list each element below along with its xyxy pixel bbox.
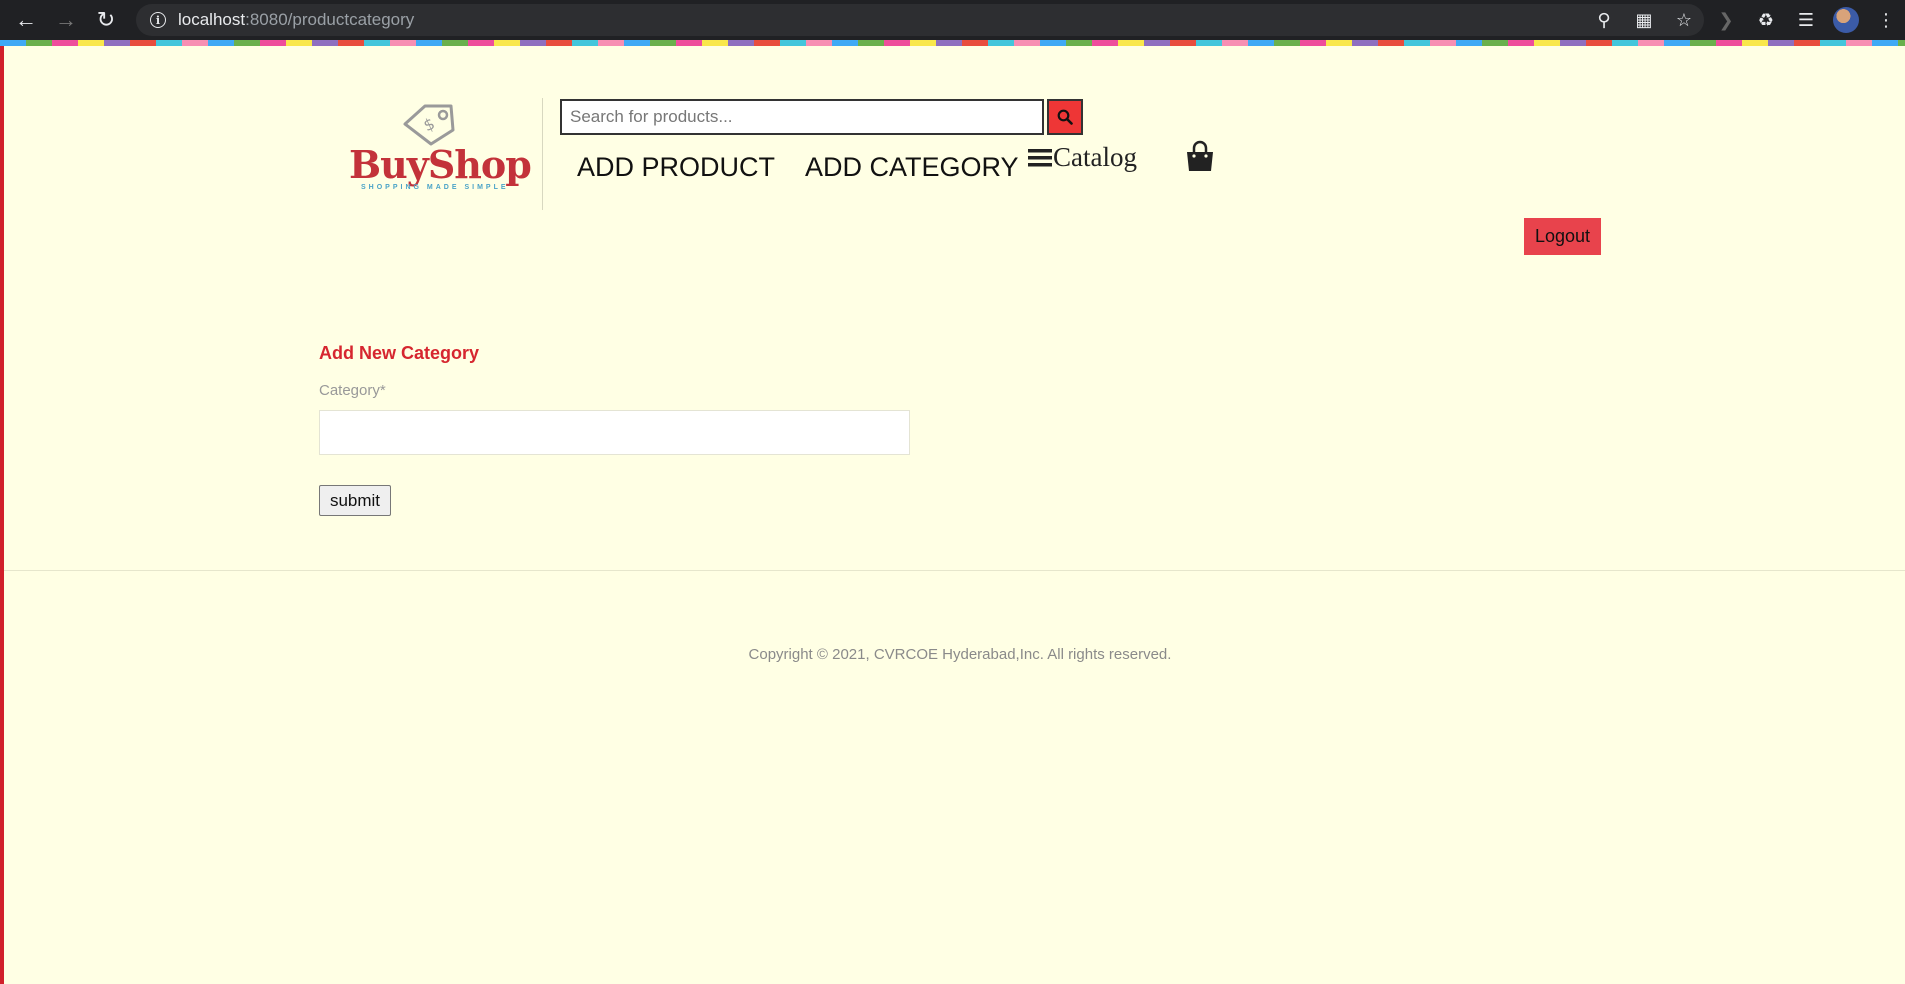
profile-avatar[interactable] <box>1833 7 1859 33</box>
category-label: Category* <box>319 382 386 399</box>
forward-icon[interactable]: → <box>46 0 86 40</box>
extensions-puzzle-icon[interactable]: ♻ <box>1753 10 1779 31</box>
extension-icon[interactable]: ❯ <box>1713 10 1739 31</box>
nav-add-category[interactable]: ADD CATEGORY <box>805 152 1019 183</box>
search-button[interactable] <box>1047 99 1083 135</box>
search-icon <box>1057 109 1073 125</box>
zoom-icon[interactable]: ⚲ <box>1592 10 1616 31</box>
nav-add-product[interactable]: ADD PRODUCT <box>577 152 775 183</box>
card-icon[interactable]: ▦ <box>1632 10 1656 31</box>
url-text: localhost:8080/productcategory <box>178 10 415 29</box>
footer-divider <box>4 570 1905 571</box>
svg-text:$: $ <box>420 114 437 136</box>
left-accent-bar <box>0 46 4 984</box>
back-icon[interactable]: ← <box>6 0 46 40</box>
logo-text: BuyShop <box>349 142 532 187</box>
address-bar[interactable]: i localhost:8080/productcategory ⚲ ▦ ☆ <box>136 4 1704 36</box>
browser-toolbar: ← → ↻ i localhost:8080/productcategory ⚲… <box>0 0 1905 40</box>
menu-icon[interactable]: ⋮ <box>1873 10 1899 31</box>
catalog-label: Catalog <box>1053 142 1137 172</box>
price-tag-icon: $ <box>403 104 455 146</box>
form-title: Add New Category <box>319 343 480 363</box>
submit-button[interactable]: submit <box>319 485 391 516</box>
reload-icon[interactable]: ↻ <box>86 0 126 40</box>
bookmark-star-icon[interactable]: ☆ <box>1672 10 1696 31</box>
header-divider <box>542 98 543 210</box>
hamburger-icon <box>1028 148 1052 166</box>
media-queue-icon[interactable]: ☰ <box>1793 10 1819 31</box>
nav-catalog[interactable]: Catalog <box>1027 142 1137 173</box>
search-input[interactable] <box>560 99 1044 135</box>
category-input[interactable] <box>319 410 910 455</box>
shopping-bag-icon[interactable] <box>1183 140 1217 174</box>
logout-button[interactable]: Logout <box>1524 218 1601 255</box>
logo-tagline: SHOPPING MADE SIMPLE <box>361 184 509 191</box>
logo[interactable]: $ BuyShop SHOPPING MADE SIMPLE <box>345 100 532 200</box>
copyright-text: Copyright © 2021, CVRCOE Hyderabad,Inc. … <box>748 646 1172 663</box>
color-stripe <box>0 40 1905 46</box>
site-info-icon[interactable]: i <box>150 12 166 28</box>
